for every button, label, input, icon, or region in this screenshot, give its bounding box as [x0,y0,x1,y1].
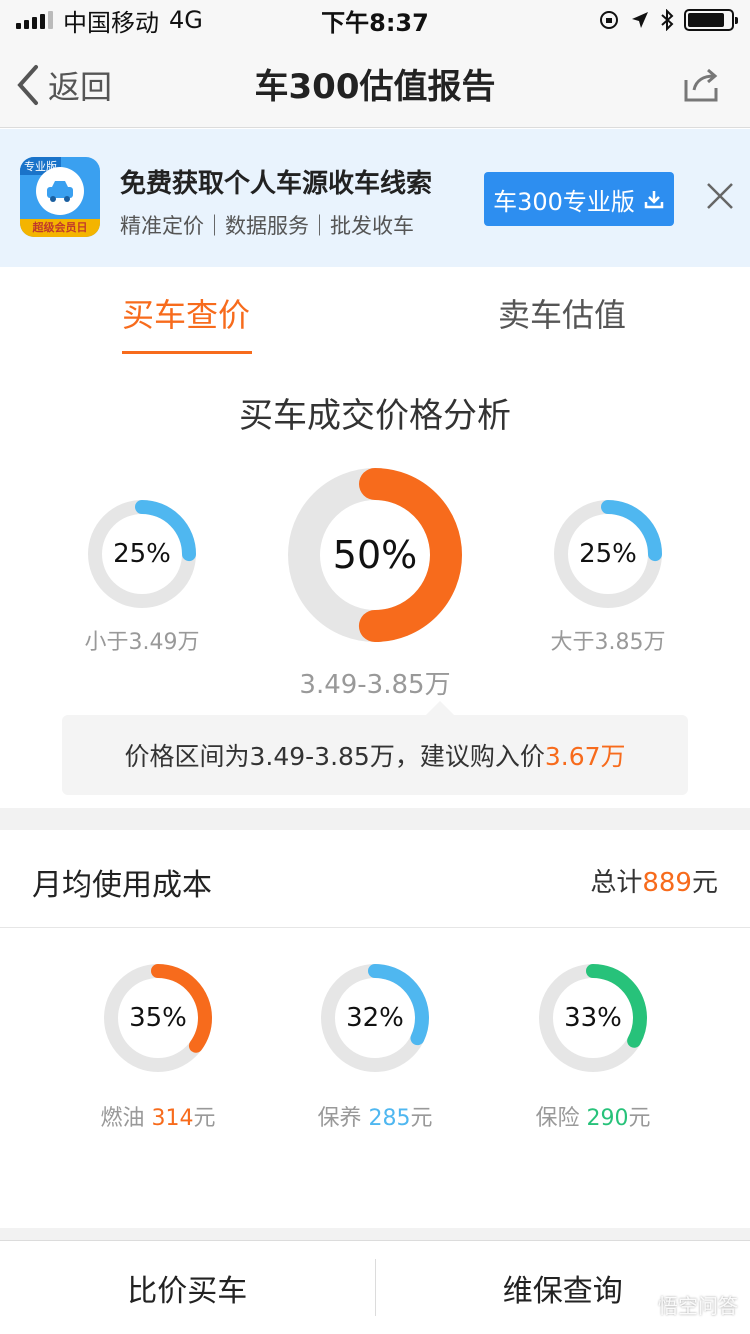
compare-buy-button[interactable]: 比价买车 [0,1241,375,1334]
rotation-lock-icon [600,11,618,29]
donut-in-range-label: 3.49-3.85万 [299,670,451,700]
maintenance-label: 保养 285元 [275,1100,475,1132]
monthly-cost-header: 月均使用成本 总计889元 [0,830,750,928]
insurance-percent: 33% [564,1003,622,1033]
donut-above-percent: 25% [579,539,637,569]
app-strip: 超级会员日 [20,219,100,237]
insurance-amount: 290 [586,1106,629,1131]
close-icon[interactable] [704,180,736,212]
donut-in-range: 50% [288,468,462,642]
back-label: 返回 [48,68,113,106]
tab-active-indicator [122,351,252,354]
download-icon [644,191,664,209]
tab-buy-price[interactable]: 买车查价 [122,290,250,336]
fuel-label: 燃油 314元 [58,1100,258,1132]
download-app-button[interactable]: 车300专业版 [484,172,674,226]
fuel-percent: 35% [129,1003,187,1033]
insurance-label: 保险 290元 [493,1100,693,1132]
app-icon[interactable]: 专业版 超级会员日 [20,157,100,237]
fuel-name: 燃油 [100,1106,145,1131]
monthly-cost-title: 月均使用成本 [32,868,212,903]
maintenance-unit: 元 [410,1106,433,1131]
suggested-price-tip: 价格区间为3.49-3.85万，建议购入价 3.67万 [62,701,688,795]
fuel-amount: 314 [151,1106,194,1131]
donut-below-percent: 25% [113,539,171,569]
maintenance-amount: 285 [368,1106,411,1131]
share-icon[interactable] [678,62,722,106]
signal-icon [16,11,53,29]
chevron-left-icon [17,65,38,105]
bluetooth-icon [661,9,674,31]
tip-text: 价格区间为3.49-3.85万，建议购入价 [124,742,545,771]
bottom-divider-gap [0,1228,750,1240]
price-analysis-title: 买车成交价格分析 [239,396,511,436]
total-unit: 元 [691,868,718,898]
car-icon [36,167,84,215]
total-value: 889 [642,868,692,898]
back-button[interactable]: 返回 [14,62,112,108]
donut-fuel: 35% [104,964,212,1072]
battery-icon [684,9,738,31]
tab-bar: 买车查价 卖车估值 [0,268,750,358]
monthly-cost-total: 总计889元 [590,862,718,899]
insurance-name: 保险 [535,1106,580,1131]
donut-maintenance: 32% [321,964,429,1072]
donut-below-range: 25% [88,500,196,608]
watermark: 悟空问答 [658,1294,738,1318]
bottom-action-bar: 比价买车 维保查询 [0,1240,750,1334]
promo-banner: 专业版 超级会员日 免费获取个人车源收车线索 精准定价｜数据服务｜批发收车 车3… [0,129,750,267]
section-divider [0,808,750,830]
maintenance-percent: 32% [346,1003,404,1033]
location-icon [632,12,648,28]
insurance-unit: 元 [628,1106,651,1131]
donut-above-range: 25% [554,500,662,608]
banner-title: 免费获取个人车源收车线索 [120,169,433,199]
maintenance-query-button[interactable]: 维保查询 [376,1241,750,1334]
page-title: 车300估值报告 [254,67,496,107]
suggested-price: 3.67万 [544,742,626,771]
nav-bar: 返回 车300估值报告 [0,40,750,128]
total-prefix: 总计 [590,868,643,898]
fuel-unit: 元 [193,1106,216,1131]
donut-insurance: 33% [539,964,647,1072]
banner-subtitle: 精准定价｜数据服务｜批发收车 [120,214,414,238]
donut-below-label: 小于3.49万 [84,630,200,655]
donut-in-range-percent: 50% [332,533,418,577]
tab-sell-valuation[interactable]: 卖车估值 [498,290,626,336]
network-label: 4G [169,6,203,34]
donut-above-label: 大于3.85万 [550,630,666,655]
download-button-label: 车300专业版 [493,187,635,216]
maintenance-name: 保养 [317,1106,362,1131]
carrier-label: 中国移动 [63,8,159,37]
status-bar: 中国移动 4G 下午8:37 [0,0,750,40]
